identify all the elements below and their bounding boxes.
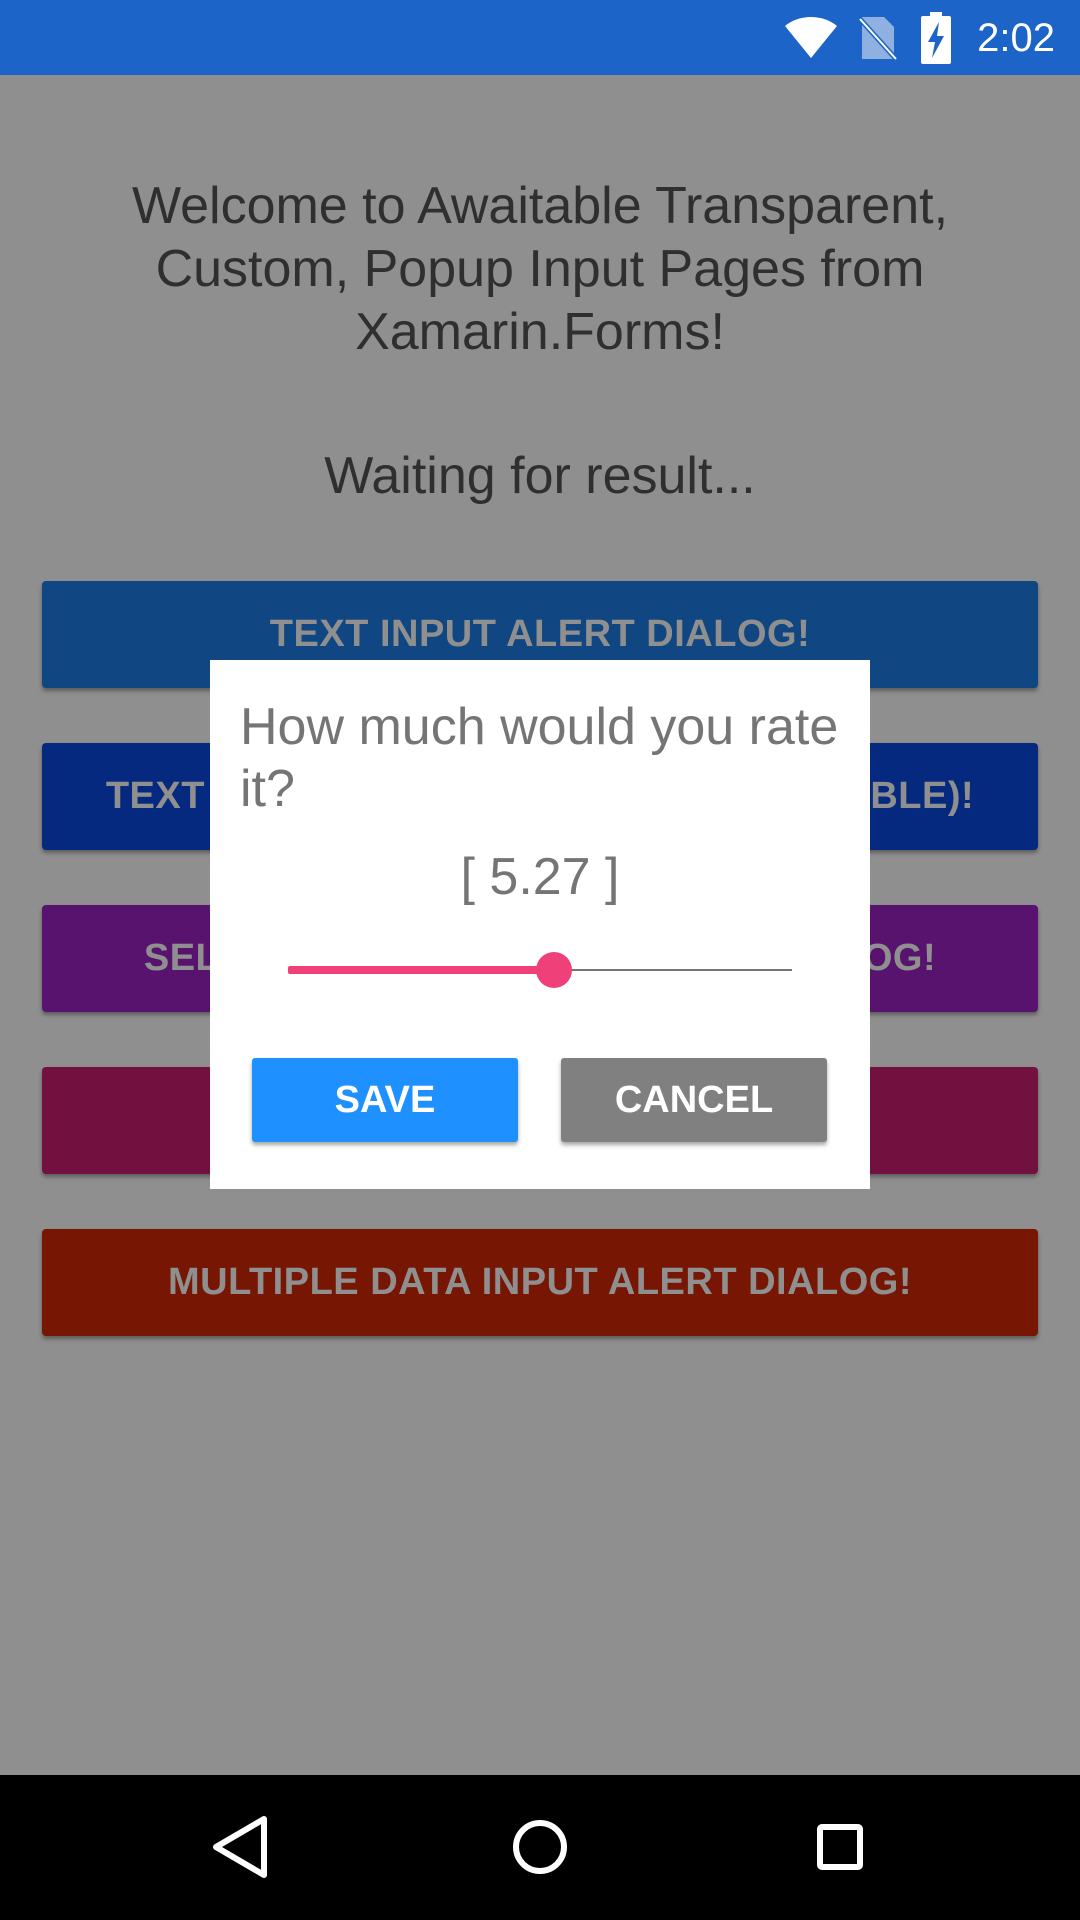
recents-icon[interactable] bbox=[790, 1797, 890, 1897]
battery-charging-icon bbox=[921, 12, 951, 64]
no-sim-icon bbox=[858, 17, 898, 61]
home-icon[interactable] bbox=[490, 1797, 590, 1897]
back-icon[interactable] bbox=[190, 1797, 290, 1897]
rating-dialog: How much would you rate it? [ 5.27 ] SAV… bbox=[210, 660, 870, 1189]
wifi-icon bbox=[785, 17, 837, 58]
status-bar: 2:02 bbox=[0, 0, 1080, 75]
dialog-title: How much would you rate it? bbox=[240, 698, 839, 818]
cancel-button[interactable]: CANCEL bbox=[561, 1058, 827, 1142]
save-button[interactable]: SAVE bbox=[252, 1058, 518, 1142]
status-time: 2:02 bbox=[977, 16, 1055, 60]
slider-fill bbox=[288, 966, 554, 974]
screen: 2:02 Welcome to Awaitable Transparent, C… bbox=[0, 0, 1080, 1920]
rating-value-text: [ 5.27 ] bbox=[460, 848, 620, 906]
slider-thumb[interactable] bbox=[535, 952, 572, 988]
rating-slider[interactable] bbox=[288, 950, 792, 990]
navigation-bar bbox=[0, 1775, 1080, 1920]
